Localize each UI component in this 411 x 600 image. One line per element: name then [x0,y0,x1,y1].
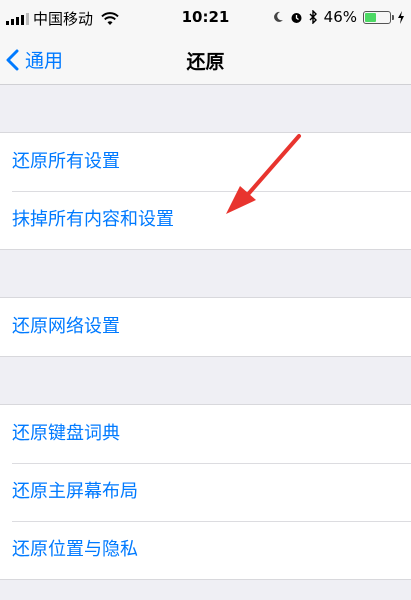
reset-home-screen-layout-item[interactable]: 还原主屏幕布局 [0,463,411,521]
settings-group-network: 还原网络设置 [0,297,411,357]
list-item-label: 还原位置与隐私 [12,539,138,560]
status-right: 46% [273,8,405,26]
alarm-icon [291,12,302,23]
list-item-label: 还原所有设置 [12,151,120,172]
erase-all-content-item[interactable]: 抹掉所有内容和设置 [0,191,411,249]
reset-network-settings-item[interactable]: 还原网络设置 [0,298,411,356]
list-item-label: 还原键盘词典 [12,423,120,444]
reset-all-settings-item[interactable]: 还原所有设置 [0,133,411,191]
reset-location-privacy-item[interactable]: 还原位置与隐私 [0,521,411,579]
status-bar: 中国移动 10:21 46% [0,0,411,36]
phone-screen: 中国移动 10:21 46% 通用 还原 还原所有设置 抹掉所有内容和设置 还原… [0,0,411,600]
settings-group-other: 还原键盘词典 还原主屏幕布局 还原位置与隐私 [0,404,411,580]
list-item-label: 还原网络设置 [12,316,120,337]
charging-icon [398,10,404,24]
battery-fill [365,12,376,22]
reset-keyboard-dictionary-item[interactable]: 还原键盘词典 [0,405,411,463]
bluetooth-icon [309,10,317,24]
list-item-label: 还原主屏幕布局 [12,481,138,502]
moon-icon [273,11,283,22]
list-item-label: 抹掉所有内容和设置 [12,209,174,230]
settings-group-reset-all: 还原所有设置 抹掉所有内容和设置 [0,132,411,250]
page-title: 还原 [186,51,225,73]
battery-icon [363,10,394,24]
battery-percent: 46% [323,8,357,26]
navigation-bar: 通用 还原 [0,36,411,85]
